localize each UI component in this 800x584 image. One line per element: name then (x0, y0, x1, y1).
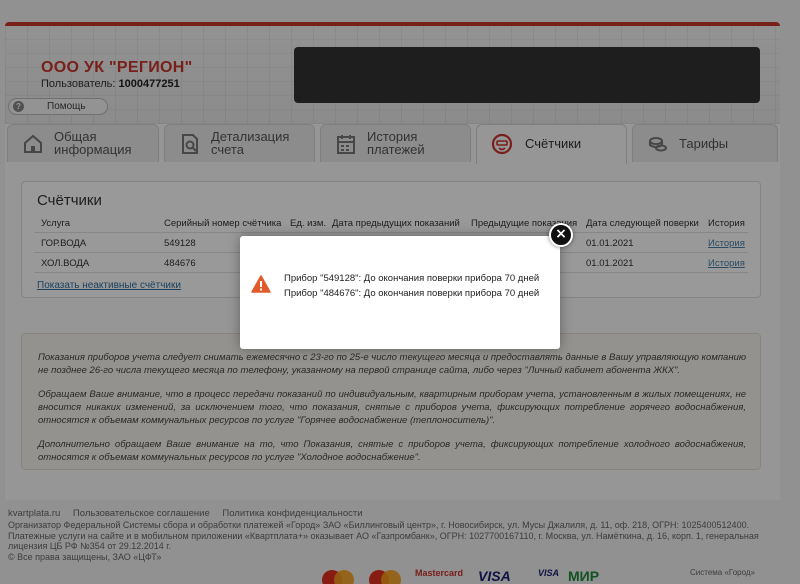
dialog-message: Прибор "549128": До окончания поверки пр… (284, 273, 540, 284)
close-button[interactable]: × (549, 223, 573, 247)
warning-dialog: Прибор "549128": До окончания поверки пр… (240, 236, 560, 349)
dialog-message: Прибор "484676": До окончания поверки пр… (284, 288, 540, 299)
warning-icon (251, 275, 271, 293)
